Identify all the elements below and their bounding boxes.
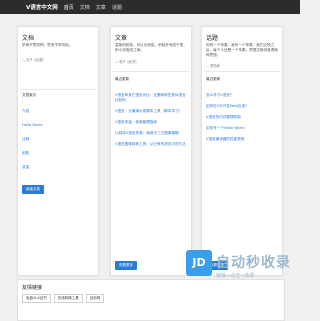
articles-card: 文章 温故而知新，可以为师矣。积硅步而成千里，积小流而成江海。 — 荀子《劝学》… bbox=[110, 26, 192, 276]
topics-card: 话题 你有一个苹果，我有一个苹果，我们交换之后，每个人还是一个苹果；思想交换则各… bbox=[201, 26, 283, 276]
friend-link[interactable]: 免费VLX证书 bbox=[22, 294, 51, 303]
logo-mark: JD bbox=[186, 250, 212, 276]
recent-articles-list: V语言和其它语言对比：还要和那些类似语言比较吗 V语言：长篇演示用脚本工具（脚本… bbox=[115, 93, 189, 147]
card-title: 话题 bbox=[206, 35, 219, 42]
recent-topics-list: 怎么学习V语言？ 如何在V中开发Web应用？ V语言的内存管理机制 如何写一个H… bbox=[206, 93, 280, 142]
main-nav: 首页 文档 文章 话题 bbox=[64, 4, 122, 11]
nav-articles[interactable]: 文章 bbox=[96, 4, 106, 11]
list-item[interactable]: 以释放V语言资源：使用中三方图像编辑 bbox=[115, 131, 189, 136]
friend-link[interactable]: 百科网 bbox=[85, 294, 105, 303]
nav-docs[interactable]: 文档 bbox=[80, 4, 90, 11]
list-item[interactable]: 如何写一个Hello World bbox=[206, 126, 280, 131]
list-item[interactable]: V语言的内存管理机制 bbox=[206, 115, 280, 120]
list-item[interactable]: 变量 bbox=[22, 165, 96, 170]
logo-text: 自动秒收录 bbox=[216, 255, 291, 271]
card-quote-author: — 荀子《劝学》 bbox=[115, 60, 139, 64]
nav-topics[interactable]: 话题 bbox=[112, 4, 122, 11]
watermark-logo: JD 自动秒收录 链接→点击→收录 bbox=[186, 250, 294, 300]
list-item[interactable]: V语言：长篇演示用脚本工具（脚本学习） bbox=[115, 109, 189, 114]
divider bbox=[204, 71, 280, 72]
list-item[interactable]: Hello World bbox=[22, 123, 96, 128]
docs-card: 文档 学而不思则罔，思而不学则殆。 — 孔子《论语》 文档索引 介绍 Hello… bbox=[17, 26, 99, 276]
card-description: 学而不思则罔，思而不学则殆。 bbox=[22, 43, 73, 47]
section-heading: 文档索引 bbox=[22, 93, 37, 97]
list-item[interactable]: V语言编译器的性能表现 bbox=[206, 137, 280, 142]
list-item[interactable]: 函数 bbox=[22, 151, 96, 156]
top-navbar: V语言中文网 首页 文档 文章 话题 bbox=[0, 0, 300, 14]
list-item[interactable]: 怎么学习V语言？ bbox=[206, 93, 280, 98]
divider bbox=[20, 89, 96, 90]
logo-slogan: 链接→点击→收录 bbox=[216, 273, 255, 279]
site-brand[interactable]: V语言中文网 bbox=[26, 3, 58, 11]
divider bbox=[113, 71, 189, 72]
friend-link[interactable]: 在线转换工具 bbox=[53, 294, 83, 303]
friend-links-title: 友情链接 bbox=[22, 285, 43, 291]
section-heading: 最近更新 bbox=[206, 77, 221, 81]
list-item[interactable]: V语言图像转换工具：从已有的语言中的方法 bbox=[115, 142, 189, 147]
card-quote-author: — 萧伯纳 bbox=[206, 64, 220, 68]
card-title: 文档 bbox=[22, 35, 35, 42]
nav-home[interactable]: 首页 bbox=[64, 4, 74, 11]
docs-list: 介绍 Hello World 注释 函数 变量 bbox=[22, 109, 96, 170]
card-quote-author: — 孔子《论语》 bbox=[22, 58, 46, 62]
card-description: 你有一个苹果，我有一个苹果，我们交换之后，每个人还是一个苹果；思想交换则各得两种… bbox=[206, 43, 278, 57]
section-heading: 最近更新 bbox=[115, 77, 130, 81]
list-item[interactable]: 注释 bbox=[22, 137, 96, 142]
list-item[interactable]: V语言安装：依赖管理指南 bbox=[115, 120, 189, 125]
card-description: 温故而知新，可以为师矣。积硅步而成千里，积小流而成江海。 bbox=[115, 43, 187, 52]
list-item[interactable]: 介绍 bbox=[22, 109, 96, 114]
read-docs-button[interactable]: 阅读文档 bbox=[22, 185, 44, 194]
friend-links-row: 免费VLX证书 在线转换工具 百科网 bbox=[22, 294, 105, 303]
card-title: 文章 bbox=[115, 35, 128, 42]
list-item[interactable]: 如何在V中开发Web应用？ bbox=[206, 104, 280, 109]
more-articles-button[interactable]: 查看更多 bbox=[115, 261, 137, 270]
list-item[interactable]: V语言和其它语言对比：还要和那些类似语言比较吗 bbox=[115, 93, 189, 103]
